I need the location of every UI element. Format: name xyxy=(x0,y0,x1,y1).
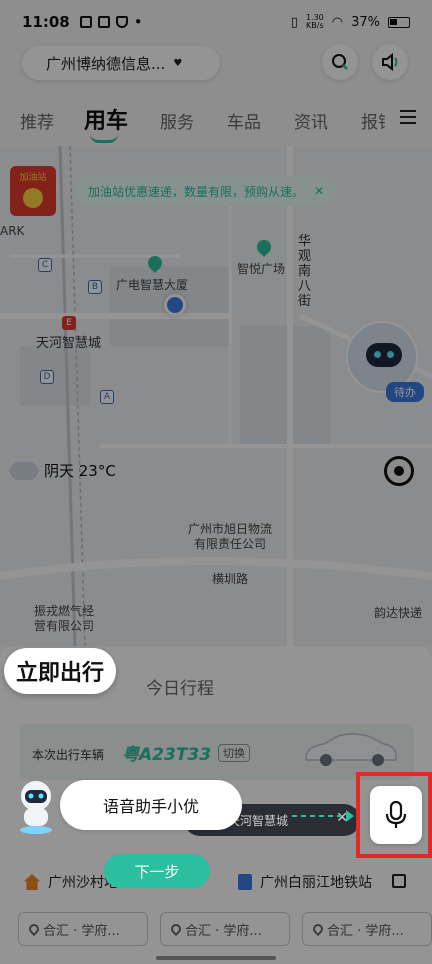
work-station-label: 广州白丽江地铁站 xyxy=(260,875,372,891)
home-indicator[interactable] xyxy=(156,956,276,960)
address-chip[interactable]: 合汇 · 学府... xyxy=(18,912,148,946)
xuri-line1: 广州市旭日物流 xyxy=(188,522,273,536)
tab-recommend[interactable]: 推荐 xyxy=(20,108,54,133)
map-label-yunda: 韵达快递 xyxy=(374,606,423,620)
assistant-bubble: 语音助手小优 xyxy=(60,780,242,830)
network-speed: 1.30 KB/s xyxy=(306,14,324,30)
next-step-button[interactable]: 下一步 xyxy=(104,854,210,888)
tab-car-use[interactable]: 用车 xyxy=(84,103,128,143)
metro-exit-d: D xyxy=(40,370,54,384)
xuri-line2: 有限责任公司 xyxy=(194,537,267,551)
tab-today-trip[interactable]: 今日行程 xyxy=(146,674,214,699)
speaker-icon xyxy=(382,52,398,72)
wifi-icon: ◠ xyxy=(331,14,344,30)
frequent-stations: 广州沙村地铁站 广州白丽江地铁站 xyxy=(0,868,432,900)
location-pin-icon xyxy=(168,921,184,937)
metro-exit-e: E xyxy=(62,316,76,330)
map-label-guangdian: 广电智慧大厦 xyxy=(116,278,189,292)
status-time: 11:08 xyxy=(22,13,70,31)
weather-text: 阴天 23°C xyxy=(44,462,116,480)
metro-exit-a: A xyxy=(100,390,114,404)
heart-icon: ♥ xyxy=(173,57,183,69)
chip-label: 合汇 · 学府... xyxy=(185,923,262,939)
assistant-robot-icon xyxy=(20,781,52,834)
scan-button[interactable] xyxy=(322,44,358,80)
promo-text: 加油站优惠速递，数量有限，预购从速。 xyxy=(88,184,305,199)
menu-icon[interactable] xyxy=(400,110,416,128)
highlight-frame xyxy=(356,772,432,858)
map-label-zhiyue: 智悦广场 xyxy=(237,262,286,276)
speed-unit: KB/s xyxy=(306,21,324,30)
promo-close-icon[interactable]: ✕ xyxy=(314,184,324,198)
map-label-xuri: 广州市旭日物流 有限责任公司 xyxy=(188,522,272,552)
map-label-zhenyao: 振戎燃气经 营有限公司 xyxy=(34,604,94,634)
microphone-icon xyxy=(385,800,407,828)
edit-icon[interactable] xyxy=(392,874,406,888)
gallery-icon xyxy=(79,16,92,28)
license-plate: 粤A23T33 xyxy=(122,745,212,765)
header: 广州博纳德信息... ♥ xyxy=(0,44,432,100)
address-chips: 合汇 · 学府... 合汇 · 学府... 合汇 · 学府... xyxy=(18,912,432,948)
shield-icon xyxy=(115,16,128,28)
vehicle-label: 本次出行车辆 xyxy=(32,748,105,762)
map-label-tianhe: 天河智慧城 xyxy=(36,336,102,351)
road-char: 街 xyxy=(298,294,312,309)
notification-icons: • xyxy=(79,13,143,31)
weather-widget: 阴天 23°C xyxy=(10,460,116,481)
cloud-icon xyxy=(10,461,38,480)
voice-broadcast-button[interactable] xyxy=(372,44,408,80)
promo-banner[interactable]: 加油站优惠速递，数量有限，预购从速。 ✕ xyxy=(76,176,337,206)
location-selector[interactable]: 广州博纳德信息... ♥ xyxy=(22,46,220,80)
location-label: 广州博纳德信息... xyxy=(46,54,166,73)
gas-station-promo-icon[interactable]: 加油站 xyxy=(10,166,56,216)
vehicle-panel: 本次出行车辆 粤A23T33 切换 xyxy=(20,724,414,780)
locate-button[interactable] xyxy=(384,456,414,486)
scan-icon xyxy=(332,54,348,70)
status-bar: 11:08 • ▯ 1.30 KB/s ◠ 37% xyxy=(0,0,432,44)
car-icon xyxy=(305,733,397,766)
go-now-button[interactable]: 立即出行 xyxy=(4,648,117,694)
tab-news[interactable]: 资讯 xyxy=(294,108,328,133)
road-char: 南 xyxy=(298,264,312,279)
vibrate-icon: ▯ xyxy=(290,14,298,30)
road-char: 八 xyxy=(298,279,312,294)
battery-percent: 37% xyxy=(351,14,380,30)
gas-station-label: 加油站 xyxy=(19,173,47,183)
road-char: 华 xyxy=(298,234,312,249)
road-char: 观 xyxy=(298,249,312,264)
tab-reimburse[interactable]: 报销 xyxy=(361,108,385,133)
zhenyao-line1: 振戎燃气经 xyxy=(34,604,95,618)
building-icon xyxy=(238,874,252,890)
inbox-icon xyxy=(97,16,110,28)
address-chip[interactable]: 合汇 · 学府... xyxy=(160,912,290,946)
switch-vehicle-button[interactable]: 切换 xyxy=(218,744,250,762)
chip-label: 合汇 · 学府... xyxy=(43,923,120,939)
work-station[interactable]: 广州白丽江地铁站 xyxy=(238,872,372,892)
address-chip[interactable]: 合汇 · 学府... xyxy=(302,912,432,946)
map-view[interactable]: 加油站 加油站优惠速递，数量有限，预购从速。 ✕ ARK 广电智慧大厦 智悦广场… xyxy=(0,146,432,646)
home-icon xyxy=(24,874,40,890)
chip-label: 合汇 · 学府... xyxy=(327,923,404,939)
pending-badge[interactable]: 待办 xyxy=(386,382,424,402)
guide-arrow xyxy=(292,810,354,822)
map-label-hengzhen: 横圳路 xyxy=(212,572,249,586)
metro-exit-c: C xyxy=(38,258,52,272)
location-pin-icon xyxy=(26,921,42,937)
metro-exit-b: B xyxy=(88,280,102,294)
tab-car-products[interactable]: 车品 xyxy=(227,108,261,133)
current-location-marker xyxy=(164,294,186,316)
battery-icon xyxy=(388,16,410,28)
location-pin-icon xyxy=(310,921,326,937)
voice-mic-button[interactable] xyxy=(370,786,422,844)
zhenyao-line2: 营有限公司 xyxy=(34,619,95,633)
map-label-huaguan-road: 华 观 南 八 街 xyxy=(298,234,311,309)
tab-service[interactable]: 服务 xyxy=(160,108,194,133)
category-tabs: 推荐 用车 服务 车品 资讯 报销 xyxy=(0,100,432,146)
more-dots-icon: • xyxy=(133,13,143,31)
system-icons: ▯ 1.30 KB/s ◠ 37% xyxy=(291,14,410,30)
map-label-ark: ARK xyxy=(0,224,25,238)
